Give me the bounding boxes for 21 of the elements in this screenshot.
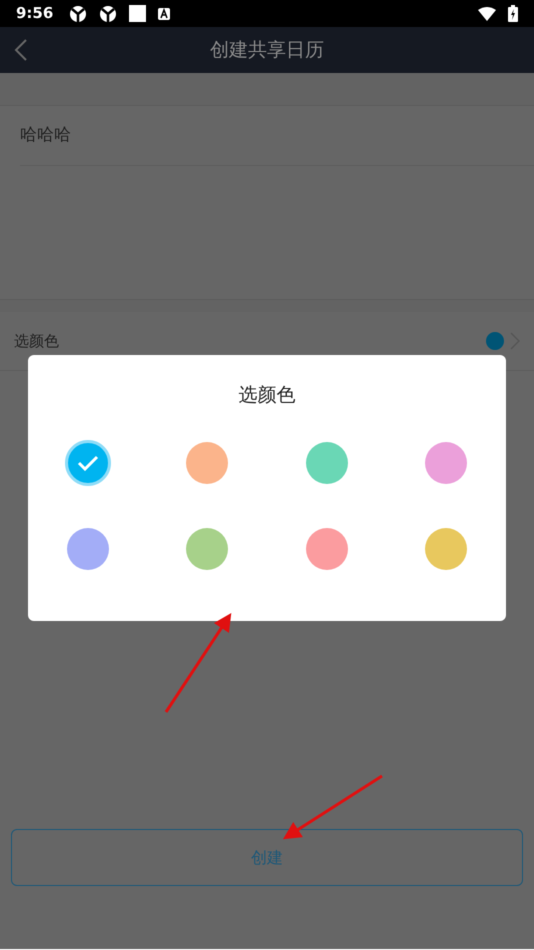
dialog-title: 选颜色 xyxy=(238,383,296,408)
color-swatch[interactable] xyxy=(306,442,348,484)
name-field[interactable]: 哈哈哈 xyxy=(20,122,71,148)
color-swatch[interactable] xyxy=(425,442,468,484)
battery-icon xyxy=(508,5,518,22)
status-time: 9:56 xyxy=(16,3,54,24)
color-label: 选颜色 xyxy=(14,330,60,352)
color-swatch[interactable] xyxy=(64,440,111,486)
color-swatch[interactable] xyxy=(66,528,109,570)
back-icon[interactable] xyxy=(14,39,28,61)
wifi-icon xyxy=(478,6,496,20)
color-swatch[interactable] xyxy=(186,528,228,570)
check-icon xyxy=(76,454,99,470)
square-icon xyxy=(129,5,146,22)
color-swatch[interactable] xyxy=(306,528,348,570)
status-icon xyxy=(99,4,118,22)
color-swatch[interactable] xyxy=(425,528,468,570)
color-swatch[interactable] xyxy=(186,442,228,484)
status-icon xyxy=(69,4,88,22)
page-title: 创建共享日历 xyxy=(210,38,324,63)
keyboard-icon xyxy=(158,8,170,20)
